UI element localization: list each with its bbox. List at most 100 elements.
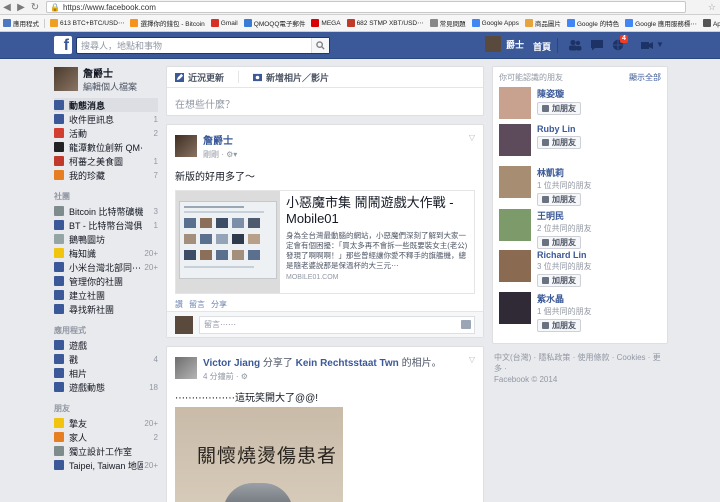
comment-input[interactable]: 留言⋯⋯ — [199, 315, 475, 334]
bookmark-item[interactable]: MEGA — [308, 19, 343, 27]
app-item[interactable]: 遊戲 — [54, 338, 158, 352]
suggestion-name[interactable]: 王明民 — [537, 209, 592, 222]
bookmark-item[interactable]: 682 STMP XBT/USD⋯ — [344, 19, 427, 27]
add-friend-button[interactable]: 加朋友 — [537, 102, 581, 115]
bookmark-item[interactable]: Gmail — [208, 19, 241, 27]
friend-list-item[interactable]: 摯友 20+ — [54, 416, 158, 430]
shared-page-name[interactable]: Kein Rechtsstaat Twn — [296, 358, 399, 369]
footer-links[interactable]: 中文(台灣) · 隱私政策 · 使用條款 · Cookies · 更多 · — [494, 352, 664, 374]
suggestion-name[interactable]: 陳姿璇 — [537, 87, 581, 100]
friend-list-item[interactable]: Taipei, Taiwan 地區 20+ — [54, 458, 158, 472]
avatar[interactable] — [499, 166, 531, 198]
avatar[interactable] — [499, 250, 531, 282]
avatar[interactable] — [499, 292, 531, 324]
star-icon[interactable]: ☆ — [708, 2, 716, 13]
facebook-logo-icon[interactable]: f — [54, 36, 72, 54]
group-item[interactable]: Bitcoin 比特幣礦機⋯ 3 — [54, 204, 158, 218]
sidebar-item[interactable]: 活動 2 — [54, 126, 158, 140]
mutual-friends[interactable]: 1 位共同的朋友 — [537, 180, 592, 191]
camera-icon[interactable] — [461, 319, 471, 329]
home-link[interactable]: 首頁 — [533, 40, 551, 53]
user-name[interactable]: 詹爵士 — [83, 65, 137, 80]
app-icon — [54, 340, 64, 350]
friend-list-item[interactable]: 獨立設計工作室 — [54, 444, 158, 458]
sidebar-item[interactable]: 我的珍藏 7 — [54, 168, 158, 182]
post-author[interactable]: Victor Jiang — [203, 358, 260, 369]
group-item[interactable]: 鵝鴨圖坊 — [54, 232, 158, 246]
status-input[interactable]: 在想些什麼？ — [167, 88, 483, 119]
messages-icon[interactable] — [590, 39, 604, 51]
post-author[interactable]: 詹爵士 — [203, 132, 237, 147]
group-item[interactable]: BT - 比特幣台灣俱⋯ 1 — [54, 218, 158, 232]
search-box[interactable] — [76, 37, 330, 54]
avatar[interactable] — [499, 124, 531, 156]
mutual-friends[interactable]: 3 位共同的朋友 — [537, 261, 592, 272]
bookmark-item[interactable]: 商品圖片 — [522, 18, 564, 28]
see-all-link[interactable]: 顯示全部 — [629, 72, 661, 83]
avatar[interactable] — [175, 135, 197, 157]
add-friend-button[interactable]: 加朋友 — [537, 236, 581, 249]
sidebar-item[interactable]: 收件匣訊息 1 — [54, 112, 158, 126]
app-item[interactable]: 戳4 — [54, 352, 158, 366]
friend-list-item[interactable]: 家人 2 — [54, 430, 158, 444]
settings-icon[interactable] — [640, 39, 654, 51]
bookmark-item[interactable]: Google Apps — [469, 19, 522, 27]
chevron-down-icon[interactable]: ▼ — [656, 40, 664, 49]
edit-profile-link[interactable]: 編輯個人檔案 — [83, 80, 137, 93]
tab-status[interactable]: 近況更新 — [175, 71, 224, 84]
group-item[interactable]: 管理你的社團 — [54, 274, 158, 288]
post-time[interactable]: 4 分鐘前 · ⚙ — [203, 371, 442, 382]
avatar[interactable] — [499, 87, 531, 119]
back-icon[interactable]: ◀ — [0, 0, 14, 14]
share-link[interactable]: 分享 — [211, 299, 227, 310]
friend-list-count: 2 — [153, 432, 158, 442]
avatar[interactable] — [175, 357, 197, 379]
tab-photo[interactable]: 新增相片／影片 — [253, 71, 329, 84]
like-link[interactable]: 讚 — [175, 299, 183, 310]
mutual-friends[interactable]: 2 位共同的朋友 — [537, 223, 592, 234]
group-item[interactable]: 尋找新社團 — [54, 302, 158, 316]
suggestion-name[interactable]: 林凱莉 — [537, 166, 592, 179]
bookmark-item[interactable]: Google 應用服務標⋯ — [622, 18, 700, 28]
search-icon[interactable] — [311, 38, 329, 53]
suggestion-name[interactable]: 紫水晶 — [537, 292, 592, 305]
bookmark-item[interactable]: 613 BTC+BTC/USD⋯ — [47, 19, 127, 27]
bookmark-item[interactable]: 選擇你的錢包 - Bitcoin — [127, 18, 207, 28]
bookmark-item[interactable]: 應用程式 — [0, 18, 42, 28]
bookmark-item[interactable]: 常見問題 — [427, 18, 469, 28]
bookmark-item[interactable]: Google 的特色 — [564, 18, 622, 28]
sidebar-item[interactable]: 柯蕃之美食圖 1 — [54, 154, 158, 168]
bookmark-item[interactable]: Apple - 台灣 — [700, 18, 720, 28]
sidebar-item[interactable]: 動態消息 — [54, 98, 158, 112]
group-item[interactable]: 建立社團 — [54, 288, 158, 302]
bookmark-item[interactable]: QMOQQ電子郵件 — [241, 18, 309, 28]
profile-card[interactable]: 詹爵士 編輯個人檔案 — [54, 66, 158, 92]
address-bar[interactable]: 🔒 https://www.facebook.com — [46, 1, 686, 13]
add-friend-button[interactable]: 加朋友 — [537, 136, 581, 149]
group-item[interactable]: 小米台灣北部同⋯ 20+ — [54, 260, 158, 274]
avatar[interactable] — [499, 209, 531, 241]
add-friend-button[interactable]: 加朋友 — [537, 319, 581, 332]
group-label: 建立社團 — [69, 290, 106, 301]
top-profile-link[interactable]: 爵士 — [485, 36, 524, 52]
suggestion-name[interactable]: Richard Lin — [537, 250, 592, 260]
sidebar-item[interactable]: 龍潭數位創新 QM⋯ — [54, 140, 158, 154]
app-item[interactable]: 相片 — [54, 366, 158, 380]
chevron-down-icon[interactable]: ▽ — [469, 355, 475, 364]
reload-icon[interactable]: ↻ — [28, 0, 42, 14]
chevron-down-icon[interactable]: ▽ — [469, 133, 475, 142]
post-time[interactable]: 剛剛 · ⚙▾ — [203, 149, 237, 160]
suggestion-name[interactable]: Ruby Lin — [537, 124, 581, 134]
comment-link[interactable]: 留言 — [189, 299, 205, 310]
search-input[interactable] — [81, 40, 311, 51]
group-item[interactable]: 梅知識 20+ — [54, 246, 158, 260]
friends-icon[interactable] — [568, 39, 582, 51]
mutual-friends[interactable]: 1 個共同的朋友 — [537, 306, 592, 317]
app-item[interactable]: 遊戲動態 18 — [54, 380, 158, 394]
add-friend-button[interactable]: 加朋友 — [537, 274, 581, 287]
link-preview[interactable]: 小惡魔市集 鬧鬧遊戲大作戰 - Mobile01 身為全台灣最動腦的網站，小惡魔… — [175, 190, 475, 294]
add-friend-button[interactable]: 加朋友 — [537, 193, 581, 206]
post-image[interactable]: 關懷燒燙傷患者 — [175, 407, 343, 502]
link-title[interactable]: 小惡魔市集 鬧鬧遊戲大作戰 - Mobile01 — [286, 195, 468, 227]
forward-icon[interactable]: ▶ — [14, 0, 28, 14]
